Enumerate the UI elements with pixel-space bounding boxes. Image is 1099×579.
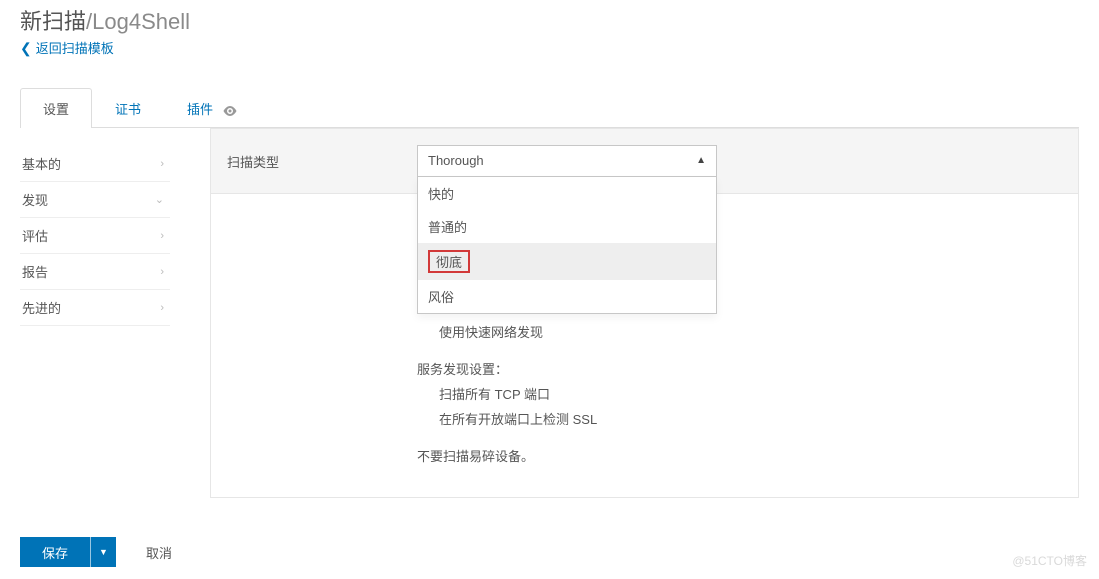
tab-label: 插件 bbox=[187, 102, 213, 117]
side-nav-basic[interactable]: 基本的 › bbox=[20, 146, 170, 182]
eye-icon bbox=[223, 102, 237, 117]
desc-group-title: 服务发现设置： bbox=[417, 359, 1062, 378]
cancel-button[interactable]: 取消 bbox=[146, 543, 172, 562]
title-name: Log4Shell bbox=[92, 9, 190, 34]
desc-group-item: 在所有开放端口上检测 SSL bbox=[417, 409, 1062, 428]
side-nav-discovery[interactable]: 发现 ⌄ bbox=[20, 182, 170, 218]
select-value: Thorough bbox=[428, 146, 484, 176]
chevron-right-icon: › bbox=[160, 158, 164, 170]
dropdown-option[interactable]: 普通的 bbox=[418, 210, 716, 243]
side-nav-label: 评估 bbox=[22, 226, 48, 245]
tabs: 设置 证书 插件 bbox=[20, 87, 1079, 128]
side-nav: 基本的 › 发现 ⌄ 评估 › 报告 › 先进的 › bbox=[20, 128, 170, 498]
side-nav-report[interactable]: 报告 › bbox=[20, 254, 170, 290]
chevron-down-icon: ⌄ bbox=[155, 193, 164, 206]
chevron-left-icon: ❮ bbox=[20, 41, 32, 55]
side-nav-assessment[interactable]: 评估 › bbox=[20, 218, 170, 254]
scan-type-dropdown: 快的 普通的 彻底 风俗 bbox=[417, 177, 717, 314]
option-label: 普通的 bbox=[428, 220, 467, 235]
section-header: 扫描类型 Thorough ▲ 快的 普通的 彻底 bbox=[210, 128, 1079, 194]
back-link-label: 返回扫描模板 bbox=[36, 38, 114, 57]
save-button-label: 保存 bbox=[42, 546, 68, 561]
chevron-right-icon: › bbox=[160, 266, 164, 278]
desc-group-item: 扫描所有 TCP 端口 bbox=[417, 384, 1062, 403]
option-label: 彻底 bbox=[428, 250, 470, 273]
scan-type-label: 扫描类型 bbox=[227, 152, 417, 171]
back-link[interactable]: ❮ 返回扫描模板 bbox=[20, 38, 114, 57]
side-nav-advanced[interactable]: 先进的 › bbox=[20, 290, 170, 326]
chevron-right-icon: › bbox=[160, 230, 164, 242]
save-button-group: 保存 ▼ bbox=[20, 537, 116, 567]
tab-label: 设置 bbox=[43, 102, 69, 117]
save-dropdown-button[interactable]: ▼ bbox=[90, 537, 116, 567]
tab-label: 证书 bbox=[115, 102, 141, 117]
side-nav-label: 先进的 bbox=[22, 298, 61, 317]
side-nav-label: 基本的 bbox=[22, 154, 61, 173]
tab-certificates[interactable]: 证书 bbox=[92, 88, 164, 128]
tab-plugins[interactable]: 插件 bbox=[164, 88, 260, 128]
option-label: 风俗 bbox=[428, 290, 454, 305]
cancel-label: 取消 bbox=[146, 546, 172, 561]
caret-up-icon: ▲ bbox=[696, 146, 706, 176]
save-button[interactable]: 保存 bbox=[20, 537, 90, 567]
side-nav-label: 报告 bbox=[22, 262, 48, 281]
side-nav-label: 发现 bbox=[22, 190, 48, 209]
dropdown-option[interactable]: 风俗 bbox=[418, 280, 716, 313]
option-label: 快的 bbox=[428, 187, 454, 202]
page-title: 新扫描/Log4Shell bbox=[20, 4, 1079, 36]
dropdown-option[interactable]: 彻底 bbox=[418, 243, 716, 280]
title-prefix: 新扫描 bbox=[20, 9, 86, 34]
watermark: @51CTO博客 bbox=[1012, 552, 1087, 569]
scan-type-select[interactable]: Thorough ▲ bbox=[417, 145, 717, 177]
dropdown-option[interactable]: 快的 bbox=[418, 177, 716, 210]
chevron-right-icon: › bbox=[160, 302, 164, 314]
caret-down-icon: ▼ bbox=[99, 547, 108, 557]
desc-footer-line: 不要扫描易碎设备。 bbox=[417, 446, 1062, 465]
desc-line: 使用快速网络发现 bbox=[417, 322, 1062, 341]
tab-settings[interactable]: 设置 bbox=[20, 88, 92, 128]
